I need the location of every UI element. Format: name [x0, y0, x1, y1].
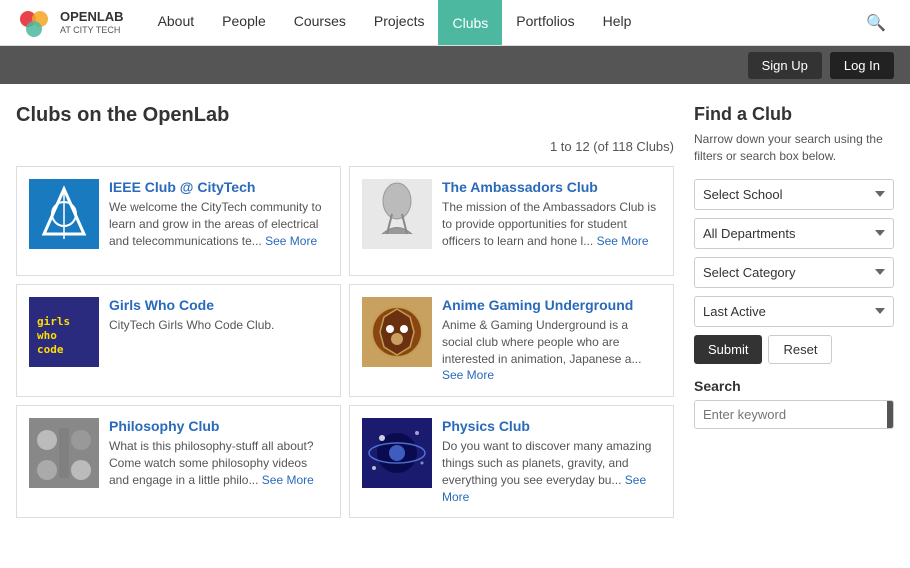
club-thumb-philosophy [29, 418, 99, 488]
club-info-gwc: Girls Who Code CityTech Girls Who Code C… [109, 297, 328, 384]
club-info-ambassadors: The Ambassadors Club The mission of the … [442, 179, 661, 263]
nav-courses[interactable]: Courses [280, 0, 360, 45]
search-input[interactable] [695, 401, 887, 428]
club-thumb-ieee [29, 179, 99, 249]
signup-button[interactable]: Sign Up [748, 52, 822, 79]
anime-logo [362, 297, 432, 367]
logo-text: OPENLAB [60, 10, 124, 24]
see-more-anime[interactable]: See More [442, 368, 494, 382]
club-thumb-physics [362, 418, 432, 488]
sidebar: Find a Club Narrow down your search usin… [694, 104, 894, 518]
nav-links: About People Courses Projects Clubs Port… [144, 0, 859, 45]
nav-about[interactable]: About [144, 0, 209, 45]
page-title: Clubs on the OpenLab [16, 104, 674, 127]
club-name-philosophy[interactable]: Philosophy Club [109, 418, 328, 434]
club-name-anime[interactable]: Anime Gaming Underground [442, 297, 661, 313]
see-more-ieee[interactable]: See More [265, 234, 317, 248]
club-desc-anime: Anime & Gaming Underground is a social c… [442, 317, 661, 384]
club-info-philosophy: Philosophy Club What is this philosophy-… [109, 418, 328, 505]
club-card-gwc: girls who code Girls Who Code CityTech G… [16, 284, 341, 397]
navbar: OPENLAB AT CITY TECH About People Course… [0, 0, 910, 46]
club-name-ieee[interactable]: IEEE Club @ CityTech [109, 179, 328, 195]
logo-icon [16, 5, 52, 41]
login-button[interactable]: Log In [830, 52, 894, 79]
nav-people[interactable]: People [208, 0, 280, 45]
svg-text:code: code [37, 343, 64, 356]
philosophy-logo [29, 418, 99, 488]
nav-clubs[interactable]: Clubs [438, 0, 502, 45]
select-school-dropdown[interactable]: Select School City Tech [694, 179, 894, 210]
sidebar-desc: Narrow down your search using the filter… [694, 131, 894, 165]
club-info-anime: Anime Gaming Underground Anime & Gaming … [442, 297, 661, 384]
site-logo[interactable]: OPENLAB AT CITY TECH [16, 5, 124, 41]
club-thumb-anime [362, 297, 432, 367]
club-desc-ieee: We welcome the CityTech community to lea… [109, 199, 328, 249]
club-card-ambassadors: The Ambassadors Club The mission of the … [349, 166, 674, 276]
search-label: Search [694, 378, 894, 394]
see-more-ambassadors[interactable]: See More [597, 234, 649, 248]
last-active-dropdown[interactable]: Last Active Active [694, 296, 894, 327]
ambassadors-logo [362, 179, 432, 249]
filter-buttons: Submit Reset [694, 335, 894, 364]
search-box: 🔍 [694, 400, 894, 429]
nav-help[interactable]: Help [589, 0, 646, 45]
see-more-philosophy[interactable]: See More [262, 473, 314, 487]
search-button[interactable]: 🔍 [887, 401, 894, 428]
club-thumb-gwc: girls who code [29, 297, 99, 367]
club-card-anime: Anime Gaming Underground Anime & Gaming … [349, 284, 674, 397]
club-desc-gwc: CityTech Girls Who Code Club. [109, 317, 328, 334]
top-bar: Sign Up Log In [0, 46, 910, 84]
club-thumb-ambassadors [362, 179, 432, 249]
nav-portfolios[interactable]: Portfolios [502, 0, 588, 45]
select-category-dropdown[interactable]: Select Category [694, 257, 894, 288]
physics-logo [362, 418, 432, 488]
clubs-grid: IEEE Club @ CityTech We welcome the City… [16, 166, 674, 518]
club-card-physics: Physics Club Do you want to discover man… [349, 405, 674, 518]
search-icon[interactable]: 🔍 [858, 13, 894, 33]
content-area: Clubs on the OpenLab 1 to 12 (of 118 Clu… [16, 104, 674, 518]
club-card-ieee: IEEE Club @ CityTech We welcome the City… [16, 166, 341, 276]
club-name-ambassadors[interactable]: The Ambassadors Club [442, 179, 661, 195]
svg-text:who: who [37, 329, 57, 342]
sidebar-title: Find a Club [694, 104, 894, 125]
nav-projects[interactable]: Projects [360, 0, 439, 45]
all-departments-dropdown[interactable]: All Departments [694, 218, 894, 249]
logo-subtext: AT CITY TECH [60, 25, 124, 35]
club-info-physics: Physics Club Do you want to discover man… [442, 418, 661, 505]
club-desc-ambassadors: The mission of the Ambassadors Club is t… [442, 199, 661, 249]
club-name-gwc[interactable]: Girls Who Code [109, 297, 328, 313]
svg-text:girls: girls [37, 315, 70, 328]
club-info-ieee: IEEE Club @ CityTech We welcome the City… [109, 179, 328, 263]
gwc-logo: girls who code [29, 297, 99, 367]
club-card-philosophy: Philosophy Club What is this philosophy-… [16, 405, 341, 518]
pagination-info: 1 to 12 (of 118 Clubs) [16, 139, 674, 154]
club-desc-philosophy: What is this philosophy-stuff all about?… [109, 438, 328, 488]
submit-button[interactable]: Submit [694, 335, 762, 364]
ieee-logo [29, 179, 99, 249]
club-name-physics[interactable]: Physics Club [442, 418, 661, 434]
main-container: Clubs on the OpenLab 1 to 12 (of 118 Clu… [0, 84, 910, 538]
club-desc-physics: Do you want to discover many amazing thi… [442, 438, 661, 505]
reset-button[interactable]: Reset [768, 335, 832, 364]
